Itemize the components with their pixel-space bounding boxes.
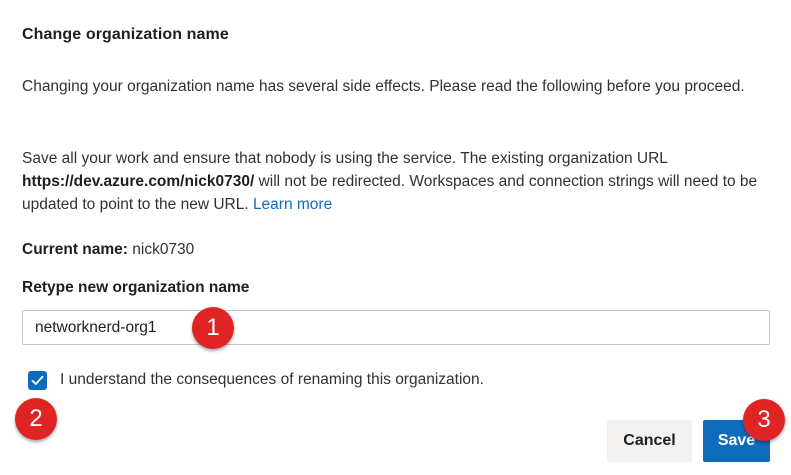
retype-name-label: Retype new organization name	[22, 279, 250, 296]
step-badge-2: 2	[15, 398, 57, 440]
current-name-value: nick0730	[132, 241, 195, 258]
consequences-checkbox-label[interactable]: I understand the consequences of renamin…	[60, 371, 484, 389]
dialog-title: Change organization name	[22, 26, 229, 43]
warning-text-before: Save all your work and ensure that nobod…	[22, 150, 668, 167]
warning-text: Save all your work and ensure that nobod…	[22, 147, 774, 216]
current-name-label: Current name:	[22, 241, 128, 258]
step-badge-3: 3	[743, 399, 785, 441]
learn-more-link[interactable]: Learn more	[253, 196, 332, 213]
consequences-checkbox[interactable]	[28, 371, 47, 390]
current-name-row: Current name: nick0730	[22, 241, 194, 259]
org-url: https://dev.azure.com/nick0730/	[22, 173, 255, 190]
cancel-button[interactable]: Cancel	[607, 420, 692, 462]
new-org-name-input[interactable]	[22, 310, 770, 345]
checkmark-icon	[31, 375, 44, 385]
step-badge-1: 1	[192, 307, 234, 349]
intro-text: Changing your organization name has seve…	[22, 78, 745, 95]
